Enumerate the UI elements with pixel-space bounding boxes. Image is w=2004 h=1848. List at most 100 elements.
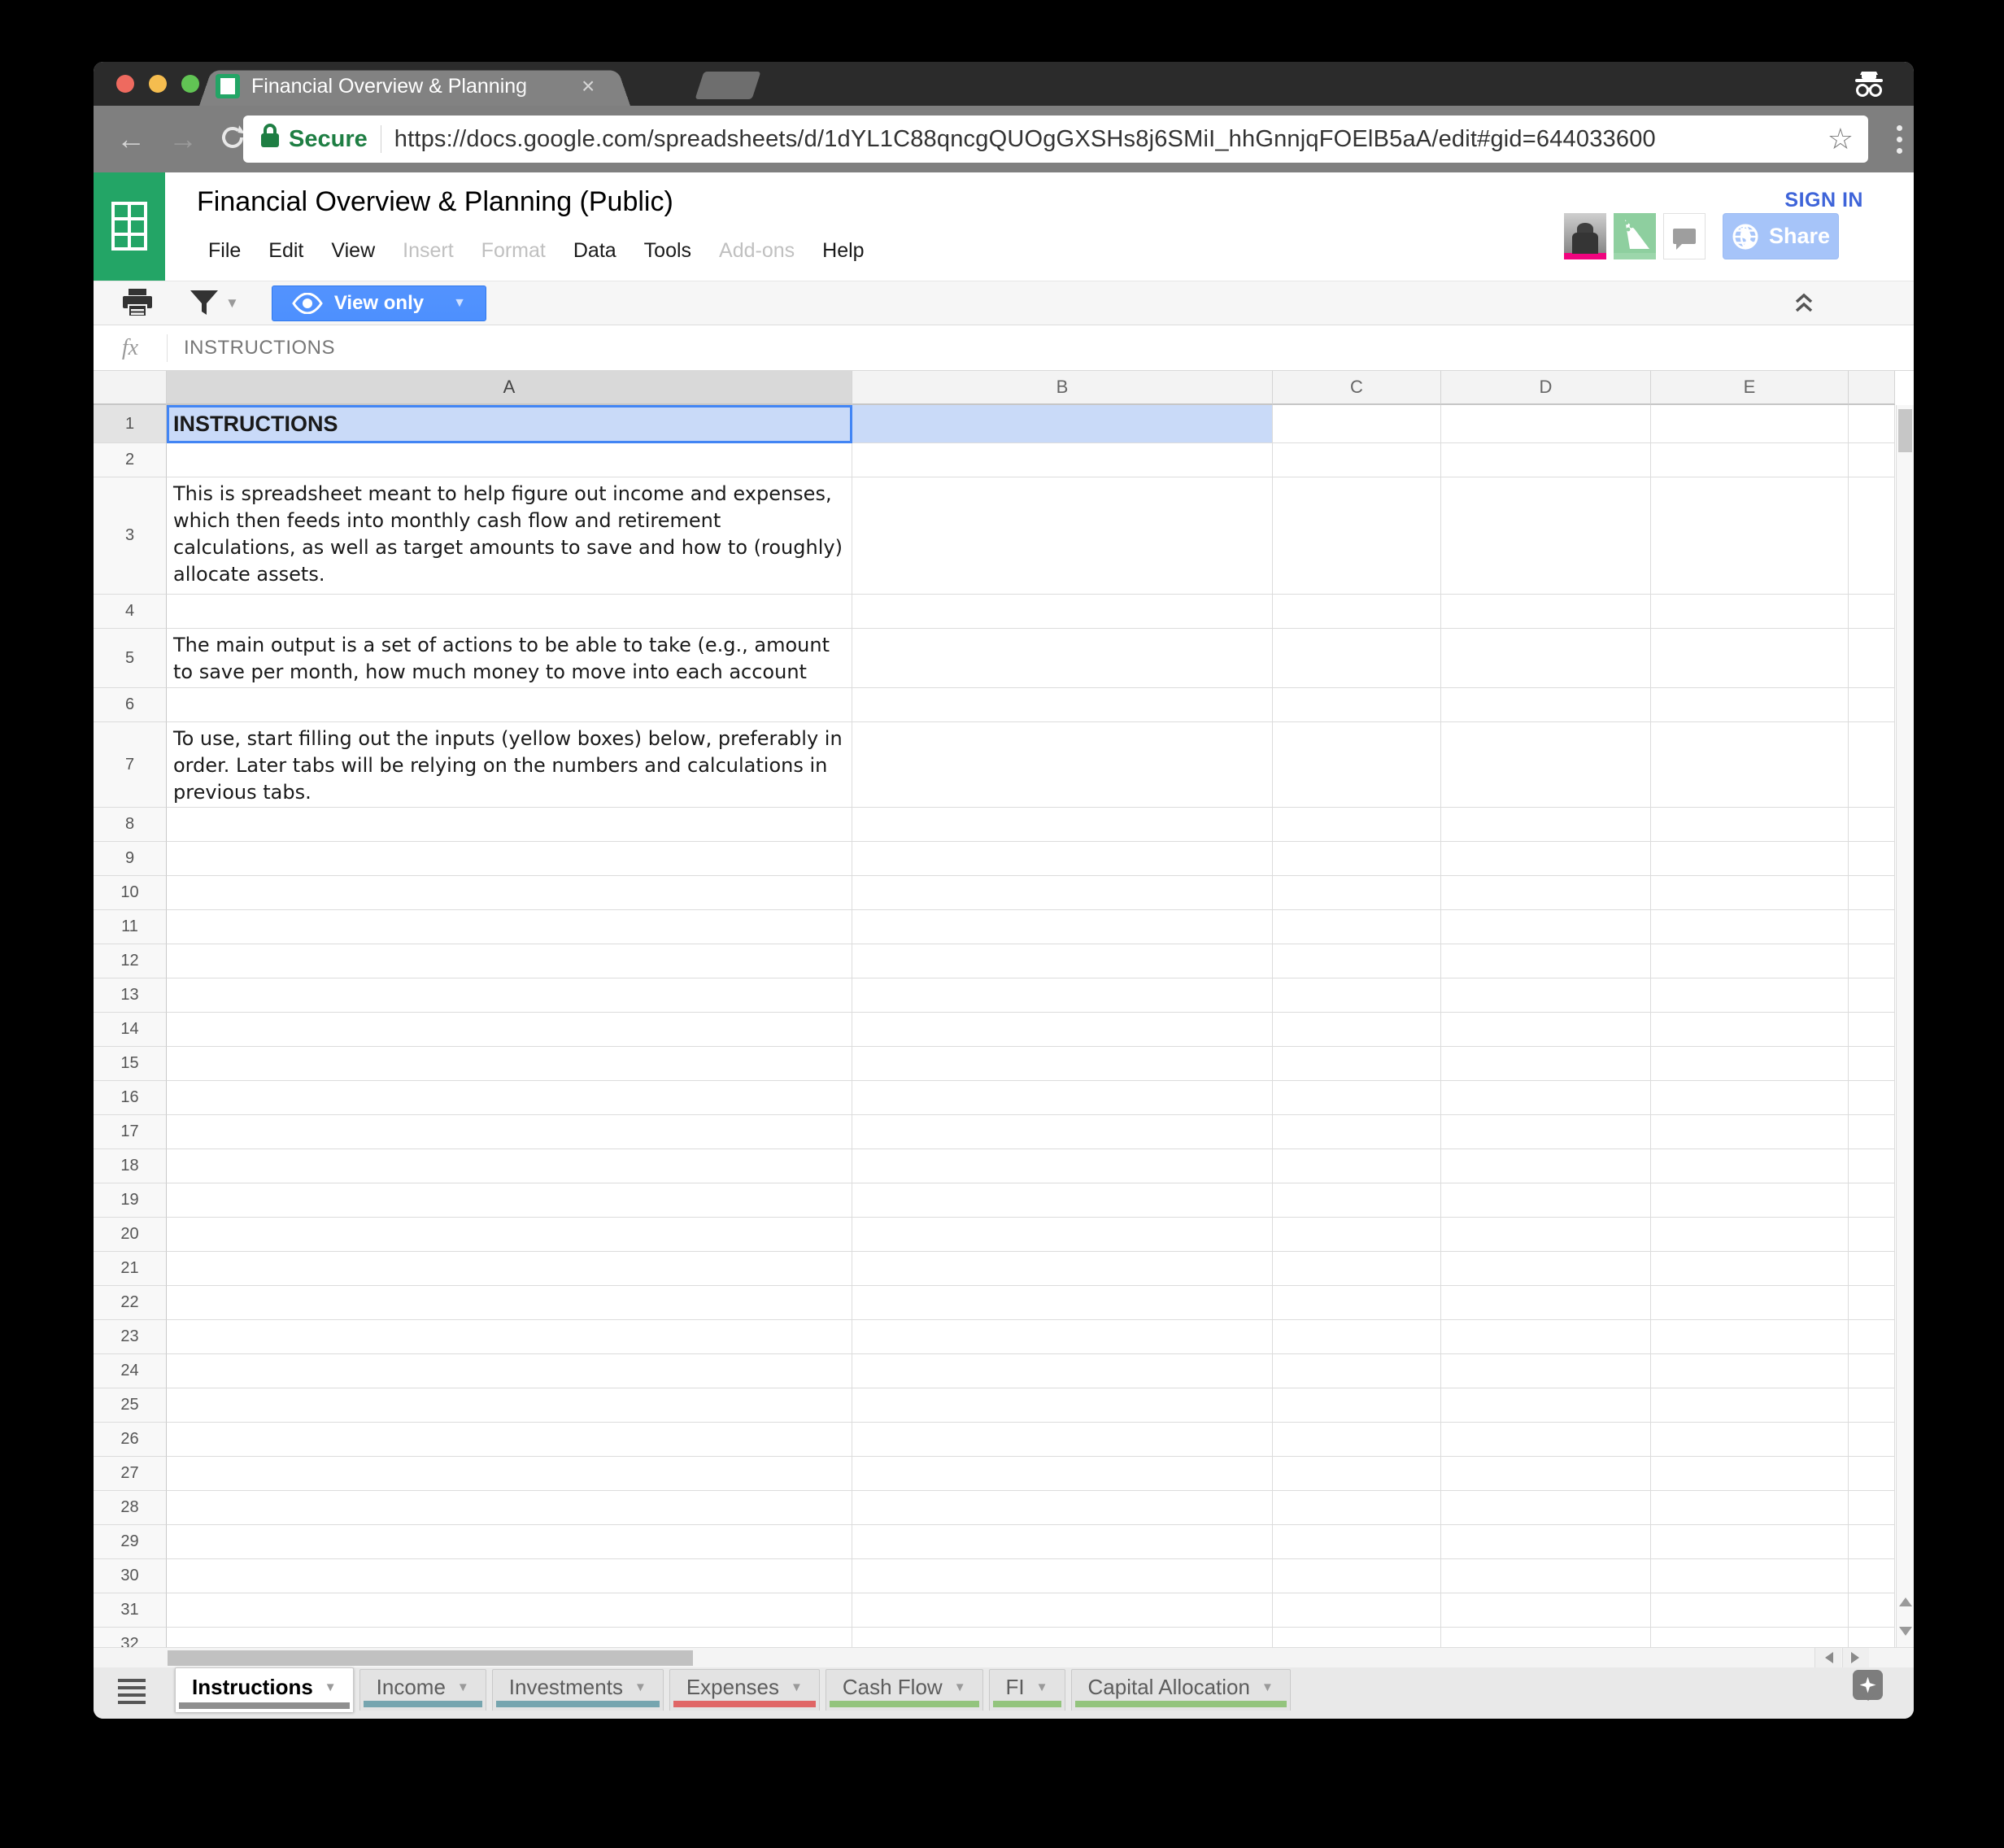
cell-B10[interactable] [852,876,1273,910]
cell-A31[interactable] [167,1593,852,1628]
cell-D28[interactable] [1441,1491,1651,1525]
cell-F8[interactable] [1849,808,1895,842]
cell-C21[interactable] [1273,1252,1441,1286]
cell-E20[interactable] [1651,1218,1849,1252]
cell-D26[interactable] [1441,1423,1651,1457]
column-header-E[interactable]: E [1651,371,1849,405]
cell-F22[interactable] [1849,1286,1895,1320]
cell-E12[interactable] [1651,944,1849,978]
cell-F6[interactable] [1849,688,1895,722]
cell-A15[interactable] [167,1047,852,1081]
cell-C32[interactable] [1273,1628,1441,1647]
cell-C9[interactable] [1273,842,1441,876]
cell-D11[interactable] [1441,910,1651,944]
sign-in-link[interactable]: SIGN IN [1784,189,1863,212]
menu-help[interactable]: Help [808,234,878,268]
cell-E17[interactable] [1651,1115,1849,1149]
minimize-window-button[interactable] [149,75,167,93]
cell-F27[interactable] [1849,1457,1895,1491]
cell-E6[interactable] [1651,688,1849,722]
cell-E10[interactable] [1651,876,1849,910]
cell-C13[interactable] [1273,978,1441,1013]
cell-E11[interactable] [1651,910,1849,944]
row-header-32[interactable]: 32 [94,1628,167,1647]
sheet-tab-dropdown-icon[interactable]: ▼ [954,1680,966,1694]
column-header-C[interactable]: C [1273,371,1441,405]
cell-D27[interactable] [1441,1457,1651,1491]
cell-B1[interactable] [852,405,1273,443]
cell-F25[interactable] [1849,1388,1895,1423]
row-header-4[interactable]: 4 [94,595,167,629]
cell-A20[interactable] [167,1218,852,1252]
horizontal-scrollbar[interactable] [94,1647,1914,1667]
cell-F29[interactable] [1849,1525,1895,1559]
cell-D7[interactable] [1441,722,1651,808]
cell-D17[interactable] [1441,1115,1651,1149]
sheet-tab-dropdown-icon[interactable]: ▼ [1036,1680,1048,1694]
cell-B19[interactable] [852,1183,1273,1218]
cell-E19[interactable] [1651,1183,1849,1218]
cell-D25[interactable] [1441,1388,1651,1423]
row-header-25[interactable]: 25 [94,1388,167,1423]
comments-button[interactable] [1663,213,1706,259]
cell-A29[interactable] [167,1525,852,1559]
sheet-tab-dropdown-icon[interactable]: ▼ [325,1680,337,1694]
browser-tab-content[interactable]: Financial Overview & Planning × [216,68,671,104]
cell-E1[interactable] [1651,405,1849,443]
menu-tools[interactable]: Tools [630,234,705,268]
row-header-22[interactable]: 22 [94,1286,167,1320]
cell-E16[interactable] [1651,1081,1849,1115]
cell-A17[interactable] [167,1115,852,1149]
close-window-button[interactable] [116,75,134,93]
cell-A27[interactable] [167,1457,852,1491]
cell-E30[interactable] [1651,1559,1849,1593]
cell-F18[interactable] [1849,1149,1895,1183]
cell-F23[interactable] [1849,1320,1895,1354]
row-header-1[interactable]: 1 [94,405,167,443]
cell-C20[interactable] [1273,1218,1441,1252]
cell-D3[interactable] [1441,477,1651,595]
cell-A3[interactable]: This is spreadsheet meant to help figure… [167,477,852,595]
cell-D1[interactable] [1441,405,1651,443]
cell-D24[interactable] [1441,1354,1651,1388]
cell-B18[interactable] [852,1149,1273,1183]
vertical-scrollbar[interactable] [1896,405,1914,1647]
filter-icon[interactable] [190,290,219,317]
cell-A18[interactable] [167,1149,852,1183]
cell-A13[interactable] [167,978,852,1013]
cell-E5[interactable] [1651,629,1849,688]
sheet-tab-dropdown-icon[interactable]: ▼ [634,1680,647,1694]
row-header-27[interactable]: 27 [94,1457,167,1491]
cell-F17[interactable] [1849,1115,1895,1149]
cell-F7[interactable] [1849,722,1895,808]
cell-B3[interactable] [852,477,1273,595]
cell-A19[interactable] [167,1183,852,1218]
row-header-11[interactable]: 11 [94,910,167,944]
cell-F28[interactable] [1849,1491,1895,1525]
tab-close-icon[interactable]: × [582,73,595,99]
scroll-up-icon[interactable] [1897,1585,1914,1616]
scroll-left-icon[interactable] [1814,1648,1841,1667]
cell-D18[interactable] [1441,1149,1651,1183]
row-header-19[interactable]: 19 [94,1183,167,1218]
cell-A1[interactable]: INSTRUCTIONS [167,405,852,443]
cell-E13[interactable] [1651,978,1849,1013]
cell-B7[interactable] [852,722,1273,808]
cell-E25[interactable] [1651,1388,1849,1423]
column-header-D[interactable]: D [1441,371,1651,405]
row-header-14[interactable]: 14 [94,1013,167,1047]
cell-F4[interactable] [1849,595,1895,629]
cell-A22[interactable] [167,1286,852,1320]
cell-A28[interactable] [167,1491,852,1525]
cell-D14[interactable] [1441,1013,1651,1047]
cell-C31[interactable] [1273,1593,1441,1628]
view-only-dropdown-icon[interactable]: ▼ [453,296,466,311]
cell-C16[interactable] [1273,1081,1441,1115]
cell-B28[interactable] [852,1491,1273,1525]
cell-F14[interactable] [1849,1013,1895,1047]
cell-D12[interactable] [1441,944,1651,978]
column-header-A[interactable]: A [167,371,852,405]
address-bar[interactable]: Secure https://docs.google.com/spreadshe… [243,116,1868,163]
row-header-17[interactable]: 17 [94,1115,167,1149]
cell-A7[interactable]: To use, start filling out the inputs (ye… [167,722,852,808]
